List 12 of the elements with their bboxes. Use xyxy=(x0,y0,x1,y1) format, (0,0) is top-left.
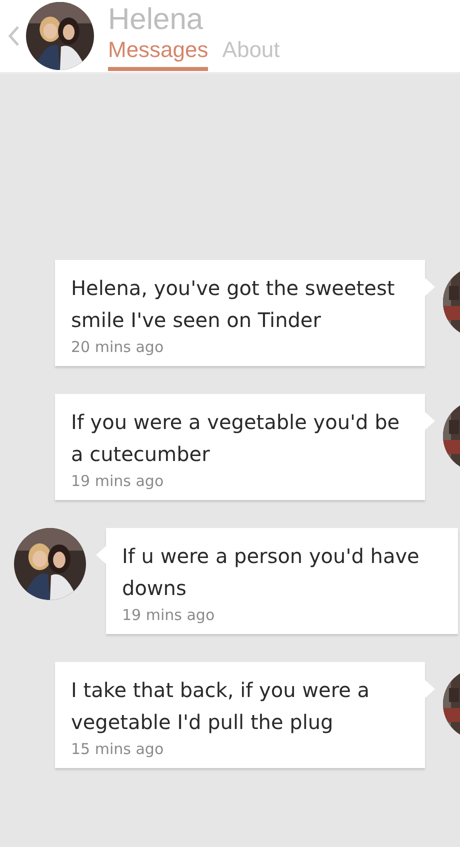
message-text: Helena, you've got the sweetest smile I've seen on Tinder xyxy=(71,275,396,334)
message-time: 15 mins ago xyxy=(71,740,165,758)
message-text: If u were a person you'd have downs xyxy=(122,543,420,602)
message-text: If you were a vegetable you'd be a cutecumber xyxy=(71,409,401,468)
tab[interactable]: Messages xyxy=(108,37,208,71)
back-icon[interactable] xyxy=(8,25,20,47)
message-time: 19 mins ago xyxy=(122,606,216,624)
message-time: 19 mins ago xyxy=(71,472,165,490)
tab[interactable]: About xyxy=(222,37,280,71)
message-time: 20 mins ago xyxy=(71,338,165,356)
message-text: I take that back, if you were a vegetable I'd pull the plug xyxy=(71,677,371,736)
contact-name: Helena xyxy=(108,3,204,37)
